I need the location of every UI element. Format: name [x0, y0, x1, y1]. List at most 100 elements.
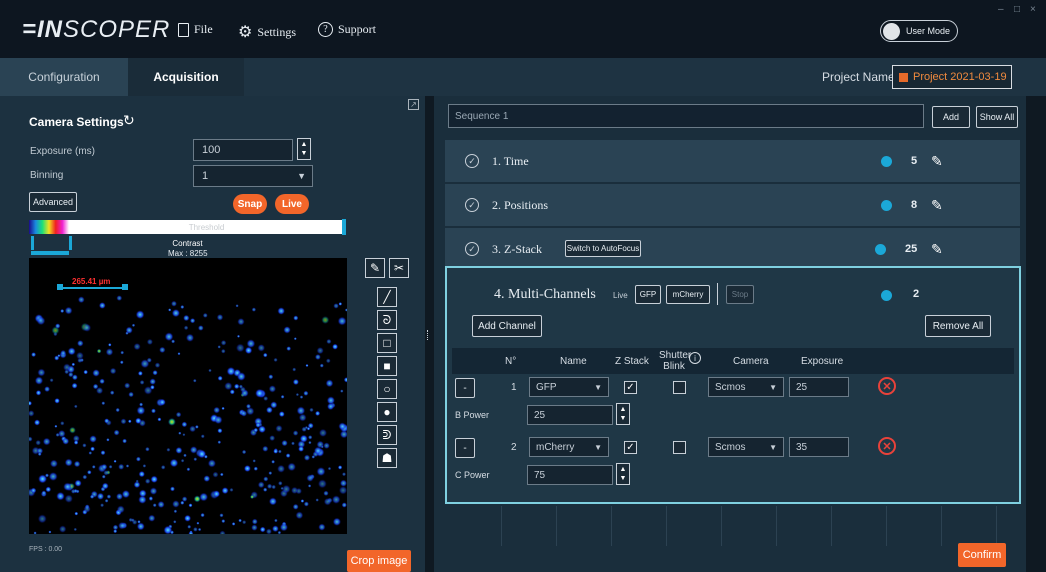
fluorescence-spot	[149, 487, 158, 495]
add-sequence-button[interactable]: Add	[932, 106, 970, 128]
splitter-handle[interactable]	[427, 330, 429, 340]
collapse-channel-1-button[interactable]: -	[455, 378, 475, 398]
fluorescence-spot	[251, 518, 258, 525]
contrast-bar[interactable]: Contrast	[29, 236, 346, 250]
delete-channel-icon[interactable]: ✕	[878, 437, 896, 455]
confirm-button[interactable]: Confirm	[958, 543, 1006, 567]
binning-select[interactable]: 1 ▼	[193, 165, 313, 187]
pencil-tool[interactable]: ✎	[365, 258, 385, 278]
file-icon	[178, 22, 189, 37]
switch-autofocus-button[interactable]: Switch to AutoFocus	[565, 240, 641, 257]
status-dot	[881, 290, 892, 301]
sequence-name-field[interactable]: Sequence 1	[448, 104, 924, 128]
exposure-spinner[interactable]: ▲ ▼	[297, 138, 311, 160]
exposure-input[interactable]: 25	[789, 377, 849, 397]
scissors-tool[interactable]: ✂	[389, 258, 409, 278]
fluorescence-spot	[199, 492, 209, 502]
shutter-blink-checkbox[interactable]	[673, 381, 686, 394]
advanced-button[interactable]: Advanced	[29, 192, 77, 212]
info-icon[interactable]: i	[689, 352, 701, 364]
refresh-icon[interactable]: ↻	[123, 112, 135, 129]
fluorescence-spot	[124, 382, 131, 389]
power-input[interactable]: 75	[527, 465, 613, 485]
edit-pencil-icon[interactable]: ✎	[931, 153, 943, 170]
exposure-input[interactable]: 35	[789, 437, 849, 457]
filled-ellipse-tool[interactable]: ●	[377, 402, 397, 422]
edit-pencil-icon[interactable]: ✎	[931, 241, 943, 258]
mcherry-live-button[interactable]: mCherry	[666, 285, 710, 304]
user-mode-toggle[interactable]: User Mode	[880, 20, 958, 42]
contrast-min-handle[interactable]	[31, 236, 34, 250]
channel-name-select[interactable]: mCherry ▼	[529, 437, 609, 457]
line-icon: ╱	[383, 290, 391, 304]
chevron-down-icon: ▼	[297, 171, 306, 181]
channel-name-select[interactable]: GFP ▼	[529, 377, 609, 397]
stop-button[interactable]: Stop	[726, 285, 754, 304]
add-channel-button[interactable]: Add Channel	[472, 315, 542, 337]
menu-settings[interactable]: ⚙ Settings	[238, 22, 296, 42]
close-button[interactable]: ×	[1030, 4, 1036, 15]
camera-select[interactable]: Scmos ▼	[708, 377, 784, 397]
show-all-button[interactable]: Show All	[976, 106, 1018, 128]
tab-configuration[interactable]: Configuration	[0, 58, 128, 96]
fluorescence-spot	[327, 466, 332, 471]
fluorescence-spot	[270, 401, 278, 409]
step-zstack[interactable]: ✓ 3. Z-Stack Switch to AutoFocus 25 ✎	[445, 228, 1020, 270]
rectangle-tool[interactable]: □	[377, 333, 397, 353]
delete-channel-icon[interactable]: ✕	[878, 377, 896, 395]
lut-gradient[interactable]	[29, 220, 69, 234]
fluorescence-spot	[175, 411, 182, 418]
fluorescence-spot	[321, 316, 330, 324]
tab-acquisition[interactable]: Acquisition	[128, 58, 244, 96]
live-button[interactable]: Live	[275, 194, 309, 214]
fluorescence-spot	[135, 417, 142, 424]
filled-rectangle-tool[interactable]: ■	[377, 356, 397, 376]
maximize-button[interactable]: □	[1014, 4, 1020, 15]
polygon-tool[interactable]: ᕲ	[377, 425, 397, 445]
collapse-channel-2-button[interactable]: -	[455, 438, 475, 458]
scale-bar[interactable]	[60, 287, 126, 289]
step-positions[interactable]: ✓ 2. Positions 8 ✎	[445, 184, 1020, 226]
scale-bar-right-handle[interactable]	[122, 284, 128, 290]
fluorescence-spot	[60, 349, 67, 356]
threshold-bar[interactable]: Threshold	[69, 220, 344, 234]
fluorescence-spot	[251, 307, 257, 312]
contrast-max-handle[interactable]	[69, 236, 72, 250]
threshold-handle[interactable]	[342, 219, 346, 235]
zstack-checkbox[interactable]: ✓	[624, 441, 637, 454]
fluorescence-spot	[188, 503, 193, 508]
gfp-live-button[interactable]: GFP	[635, 285, 661, 304]
crop-image-button[interactable]: Crop image	[347, 550, 411, 572]
expand-icon[interactable]: ↗	[408, 99, 419, 110]
edit-pencil-icon[interactable]: ✎	[931, 197, 943, 214]
fluorescence-spot	[29, 400, 32, 406]
power-input[interactable]: 25	[527, 405, 613, 425]
snap-button[interactable]: Snap	[233, 194, 267, 214]
freehand-tool[interactable]: ᘐ	[377, 310, 397, 330]
fluorescence-spot	[64, 494, 73, 503]
camera-image[interactable]	[29, 258, 347, 534]
line-tool[interactable]: ╱	[377, 287, 397, 307]
camera-select[interactable]: Scmos ▼	[708, 437, 784, 457]
gear-icon: ⚙	[238, 24, 253, 41]
zstack-checkbox[interactable]: ✓	[624, 381, 637, 394]
fluorescence-spot	[145, 446, 150, 452]
fluorescence-spot	[83, 323, 92, 332]
minimize-button[interactable]: –	[998, 4, 1004, 15]
fluorescence-spot	[37, 514, 47, 524]
fluorescence-spot	[116, 295, 123, 301]
exposure-input[interactable]: 100	[193, 139, 293, 161]
project-name-field[interactable]: Project 2021-03-19	[892, 65, 1012, 89]
fluorescence-spot	[221, 348, 226, 354]
menu-support[interactable]: ? Support	[318, 22, 376, 37]
power-spinner[interactable]: ▲ ▼	[616, 463, 630, 485]
ellipse-tool[interactable]: ○	[377, 379, 397, 399]
remove-all-button[interactable]: Remove All	[925, 315, 991, 337]
scale-bar-left-handle[interactable]	[57, 284, 63, 290]
fluorescence-spot	[49, 378, 54, 383]
menu-file[interactable]: File	[178, 22, 213, 37]
power-spinner[interactable]: ▲ ▼	[616, 403, 630, 425]
step-time[interactable]: ✓ 1. Time 5 ✎	[445, 140, 1020, 182]
shutter-blink-checkbox[interactable]	[673, 441, 686, 454]
filled-polygon-tool[interactable]: ☗	[377, 448, 397, 468]
